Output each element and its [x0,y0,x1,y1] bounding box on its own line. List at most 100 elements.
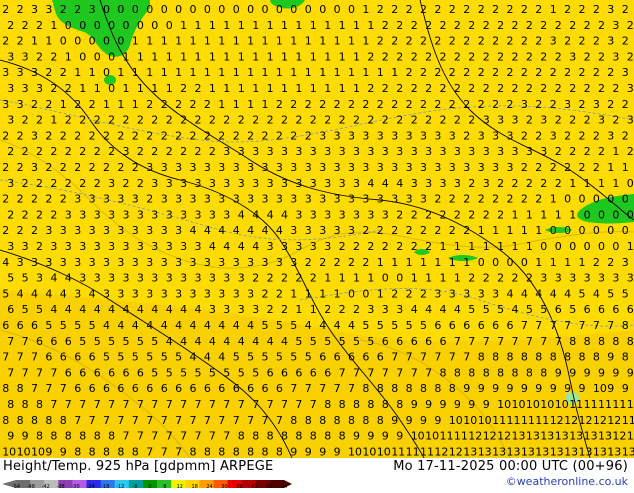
temperature-label: 2 [262,287,269,300]
temperature-label: 2 [367,114,374,127]
temperature-label: 5 [276,351,283,364]
temperature-label: 4 [204,319,211,332]
temperature-label: 4 [262,224,269,237]
temperature-label: 7 [180,398,187,411]
temperature-label: 3 [598,272,605,285]
temperature-label: 5 [60,319,67,332]
temperature-label: 7 [607,319,614,332]
temperature-label: 8 [339,398,346,411]
temperature-label: 3 [22,240,29,253]
temperature-label: 1 [339,272,346,285]
temperature-label: 1 [209,19,216,32]
temperature-label: 3 [454,177,461,190]
temperature-label: 4 [233,224,240,237]
temperature-label: 2 [612,114,619,127]
temperature-label: 10 [627,398,634,411]
temperature-label: 2 [36,114,43,127]
scale-tick-label: 42 [251,484,258,490]
temperature-label: 3 [319,129,326,142]
temperature-label: 12 [434,445,448,458]
temperature-label: 5 [238,366,245,379]
temperature-label: 2 [478,66,485,79]
temperature-label: 2 [535,3,542,16]
temperature-label: 1 [295,82,302,95]
temperature-label: 7 [348,382,355,395]
temperature-label: 2 [108,145,115,158]
temperature-label: 6 [7,303,14,316]
temperature-label: 3 [362,193,369,206]
temperature-label: 4 [50,272,57,285]
temperature-label: 2 [564,35,571,48]
temperature-label: 9 [507,382,514,395]
temperature-label: 1 [103,98,110,111]
temperature-label: 1 [535,224,542,237]
temperature-label: 3 [218,161,225,174]
temperature-label: 3 [233,256,240,269]
temperature-label: 13 [463,445,477,458]
temperature-label: 7 [449,351,456,364]
temperature-label: 8 [305,414,312,427]
temperature-label: 7 [151,398,158,411]
temperature-label: 4 [65,272,72,285]
temperature-label: 5 [262,351,269,364]
temperature-label: 2 [17,161,24,174]
temperature-label: 5 [339,335,346,348]
temperature-label: 13 [507,445,521,458]
temperature-label: 0 [151,19,158,32]
temperature-label: 0 [65,19,72,32]
temperature-label: 3 [22,50,29,63]
temperature-label: 2 [406,98,413,111]
temperature-label: 3 [262,256,269,269]
temperature-label: 3 [497,145,504,158]
temperature-label: 2 [362,98,369,111]
temperature-label: 7 [526,335,533,348]
temperature-label: 2 [512,19,519,32]
temperature-label: 4 [17,287,24,300]
temperature-label: 2 [468,272,475,285]
temperature-label: 3 [238,177,245,190]
temperature-label: 2 [512,177,519,190]
temperature-label: 2 [45,193,52,206]
temperature-label: 2 [425,50,432,63]
temperature-label: 7 [367,366,374,379]
temperature-label: 8 [362,382,369,395]
temperature-label: 2 [440,50,447,63]
temperature-label: 2 [478,35,485,48]
temperature-label: 5 [483,303,490,316]
temperature-label: 6 [190,382,197,395]
temperature-label: 11 [535,414,549,427]
temperature-label: 2 [305,256,312,269]
temperature-label: 3 [449,129,456,142]
temperature-label: 13 [512,430,526,443]
temperature-label: 1 [324,19,331,32]
temperature-label: 1 [195,19,202,32]
temperature-label: 3 [17,98,24,111]
temperature-label: 10 [555,398,569,411]
temperature-label: 8 [7,398,14,411]
temperature-label: 6 [425,335,432,348]
temperature-label: 0 [492,256,499,269]
temperature-label: 2 [411,50,418,63]
temperature-label: 4 [223,240,230,253]
temperature-label: 2 [74,98,81,111]
temperature-label: 3 [151,272,158,285]
temperature-label: 2 [22,177,29,190]
scale-tick-label: -38 [56,484,65,490]
temperature-label: 8 [334,414,341,427]
credit-link[interactable]: ©weatheronline.co.uk [506,475,628,488]
temperature-label: 9 [535,382,542,395]
temperature-label: 0 [218,3,225,16]
temperature-label: 2 [2,3,9,16]
temperature-label: 7 [391,351,398,364]
temperature-label: 3 [420,129,427,142]
temperature-label: 11 [406,445,420,458]
temperature-label: 9 [454,398,461,411]
temperature-label: 2 [483,208,490,221]
temperature-label: 4 [348,319,355,332]
temperature-label: 12 [612,430,626,443]
temperature-label: 4 [123,303,130,316]
temperature-label: 2 [50,145,57,158]
temperature-label: 1 [151,50,158,63]
temperature-label: 0 [598,208,605,221]
temperature-label: 2 [396,19,403,32]
